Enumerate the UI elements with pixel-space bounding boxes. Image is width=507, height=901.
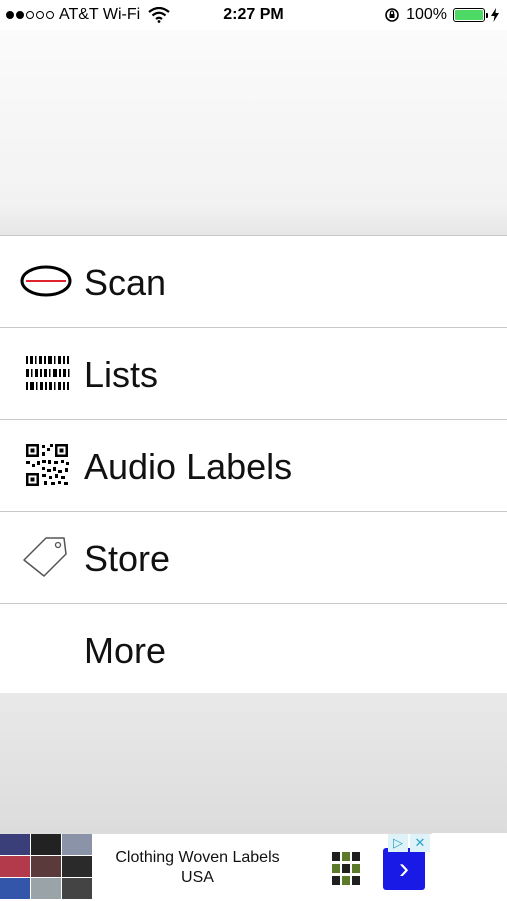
header-blank-area [0,30,507,235]
ad-open-button[interactable]: › [383,848,425,890]
lower-blank-area [0,693,507,833]
qr-code-icon [26,444,69,486]
ad-badges: ▷ ✕ [388,834,430,852]
menu-item-lists[interactable]: Lists [0,328,507,420]
ad-image [0,834,92,901]
main-menu: Scan Lists Audio Labels Store More [0,235,507,696]
battery-percent: 100% [406,6,447,23]
charging-bolt-icon [491,8,499,22]
barcode-icon [26,356,70,390]
eye-scan-icon [20,265,72,297]
rotation-lock-icon [385,8,399,22]
close-icon[interactable]: ✕ [410,834,430,852]
menu-item-label: Scan [84,262,167,303]
menu-item-store[interactable]: Store [0,512,507,604]
battery-icon [453,8,488,22]
status-bar: AT&T Wi-Fi 2:27 PM 100% [0,0,507,30]
menu-item-more[interactable]: More [0,604,507,696]
menu-item-label: Lists [84,354,159,395]
menu-item-audio-labels[interactable]: Audio Labels [0,420,507,512]
ad-thumbnail [332,852,362,886]
menu-item-scan[interactable]: Scan [0,236,507,328]
menu-item-label: Store [84,538,171,579]
ad-title: Clothing Woven Labels USA [115,849,280,886]
menu-item-label: Audio Labels [84,446,293,487]
adchoices-icon[interactable]: ▷ [388,834,408,852]
menu-item-label: More [84,630,167,671]
status-right: 100% [384,6,499,24]
battery-fill [455,10,483,20]
price-tag-icon [23,537,67,577]
ad-banner[interactable]: Clothing Woven Labels USA › ▷ ✕ [0,833,432,901]
